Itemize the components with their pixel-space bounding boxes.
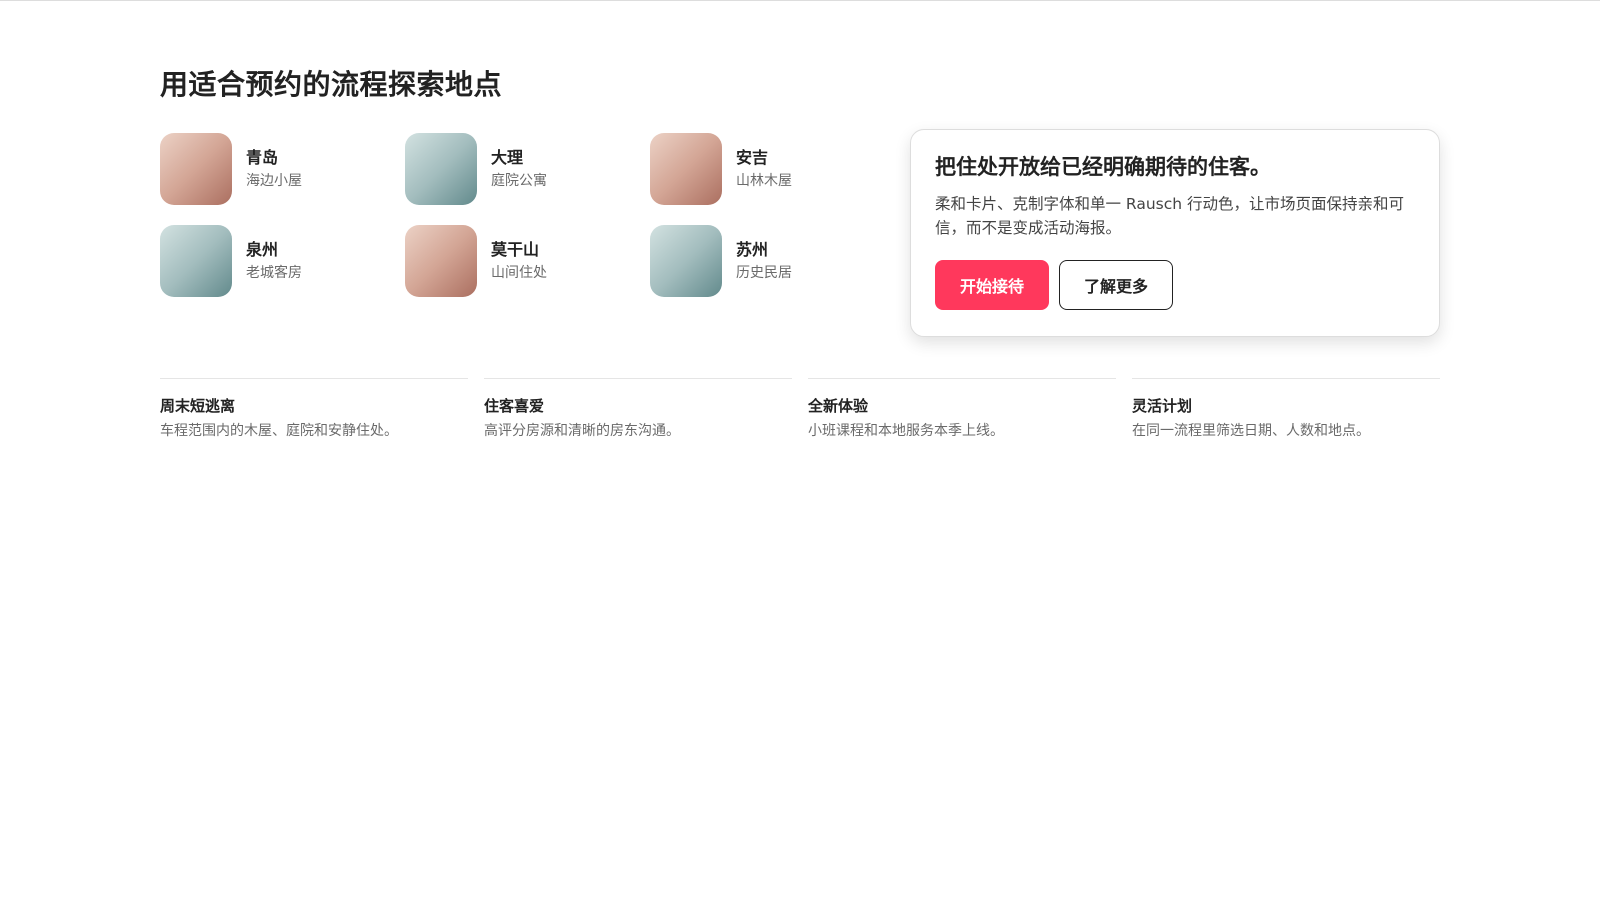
start-hosting-button[interactable]: 开始接待: [935, 260, 1049, 310]
destination-card-anji[interactable]: 安吉 山林木屋: [650, 133, 890, 205]
destination-name: 苏州: [736, 240, 769, 259]
feature-title: 住客喜爱: [484, 397, 545, 415]
host-card-actions: 开始接待 了解更多: [935, 260, 1415, 310]
destination-card-moganshan[interactable]: 莫干山 山间住处: [405, 225, 645, 297]
feature-item: 全新体验 小班课程和本地服务本季上线。: [808, 378, 1116, 441]
destination-name: 安吉: [736, 148, 769, 167]
destination-subtitle: 海边小屋: [246, 173, 302, 189]
destination-subtitle: 历史民居: [736, 265, 792, 281]
destination-subtitle: 庭院公寓: [491, 173, 547, 189]
destination-card-suzhou[interactable]: 苏州 历史民居: [650, 225, 890, 297]
destination-card-qingdao[interactable]: 青岛 海边小屋: [160, 133, 400, 205]
feature-description: 车程范围内的木屋、庭院和安静住处。: [160, 423, 398, 439]
feature-list: 周末短逃离 车程范围内的木屋、庭院和安静住处。 住客喜爱 高评分房源和清晰的房东…: [160, 378, 1440, 441]
destination-name: 青岛: [246, 148, 279, 167]
feature-description: 高评分房源和清晰的房东沟通。: [484, 423, 680, 439]
feature-item: 周末短逃离 车程范围内的木屋、庭院和安静住处。: [160, 378, 468, 441]
page: 用适合预约的流程探索地点 青岛 海边小屋 大理 庭院公寓 安吉 山林木屋 泉州 …: [0, 0, 1600, 900]
learn-more-button[interactable]: 了解更多: [1059, 260, 1173, 310]
destination-thumbnail: [160, 225, 232, 297]
host-promo-card: 把住处开放给已经明确期待的住客。 柔和卡片、克制字体和单一 Rausch 行动色…: [910, 129, 1440, 337]
destination-name: 泉州: [246, 240, 279, 259]
destination-card-quanzhou[interactable]: 泉州 老城客房: [160, 225, 400, 297]
feature-title: 全新体验: [808, 397, 869, 415]
destination-thumbnail: [650, 225, 722, 297]
destination-grid: 青岛 海边小屋 大理 庭院公寓 安吉 山林木屋 泉州 老城客房 莫干山 山间住处…: [160, 133, 800, 298]
destination-thumbnail: [160, 133, 232, 205]
destination-thumbnail: [405, 133, 477, 205]
section-title: 用适合预约的流程探索地点: [160, 68, 503, 101]
destination-subtitle: 老城客房: [246, 265, 302, 281]
host-card-title: 把住处开放给已经明确期待的住客。: [935, 155, 1271, 179]
destination-thumbnail: [650, 133, 722, 205]
destination-card-dali[interactable]: 大理 庭院公寓: [405, 133, 645, 205]
feature-description: 在同一流程里筛选日期、人数和地点。: [1132, 423, 1370, 439]
host-card-body: 柔和卡片、克制字体和单一 Rausch 行动色，让市场页面保持亲和可信，而不是变…: [935, 195, 1405, 237]
feature-description: 小班课程和本地服务本季上线。: [808, 423, 1004, 439]
destination-name: 大理: [491, 148, 524, 167]
destination-name: 莫干山: [491, 240, 540, 259]
feature-title: 周末短逃离: [160, 397, 236, 415]
destination-subtitle: 山林木屋: [736, 173, 792, 189]
destination-subtitle: 山间住处: [491, 265, 547, 281]
destination-thumbnail: [405, 225, 477, 297]
feature-item: 住客喜爱 高评分房源和清晰的房东沟通。: [484, 378, 792, 441]
feature-item: 灵活计划 在同一流程里筛选日期、人数和地点。: [1132, 378, 1440, 441]
feature-title: 灵活计划: [1132, 397, 1193, 415]
